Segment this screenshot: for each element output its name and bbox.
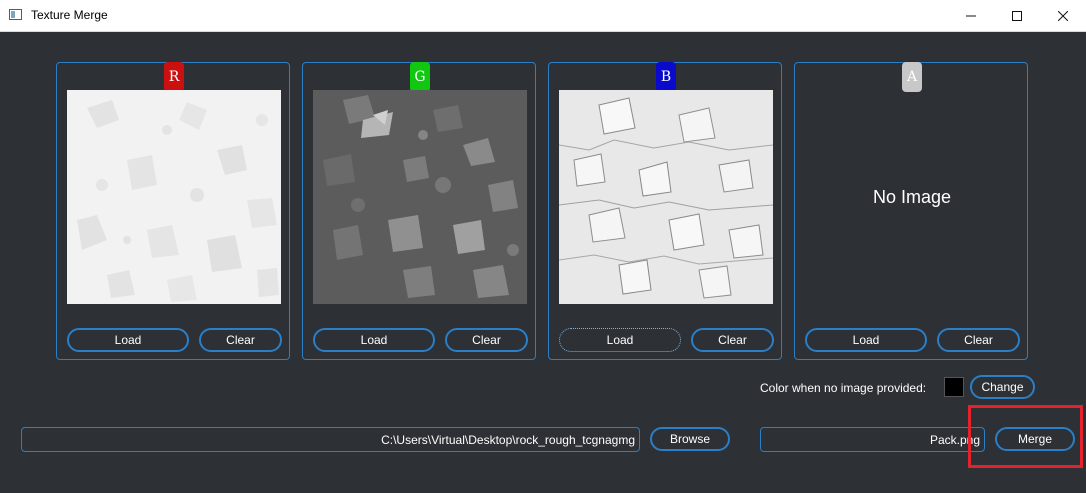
channel-panel-r: R Load Clear	[56, 62, 290, 360]
channel-image-b	[559, 90, 773, 304]
change-color-button[interactable]: Change	[970, 375, 1035, 399]
app-icon	[9, 9, 22, 20]
channel-badge-a: A	[902, 62, 922, 92]
close-icon	[1058, 10, 1068, 21]
clear-button-r[interactable]: Clear	[199, 328, 282, 352]
channel-badge-r: R	[164, 62, 184, 92]
channel-panel-g: G Load Clear	[302, 62, 536, 360]
clear-button-b[interactable]: Clear	[691, 328, 774, 352]
window-title: Texture Merge	[31, 8, 108, 22]
highlight-box	[968, 405, 1083, 468]
load-button-b[interactable]: Load	[559, 328, 681, 352]
channel-badge-g: G	[410, 62, 430, 92]
output-folder-field[interactable]: C:\Users\Virtual\Desktop\rock_rough_tcgn…	[21, 427, 640, 452]
maximize-button[interactable]	[994, 0, 1040, 31]
load-button-a[interactable]: Load	[805, 328, 927, 352]
browse-button[interactable]: Browse	[650, 427, 730, 451]
maximize-icon	[1012, 10, 1022, 21]
load-button-r[interactable]: Load	[67, 328, 189, 352]
channel-image-r	[67, 90, 281, 304]
close-button[interactable]	[1040, 0, 1086, 31]
channel-panel-b: B Load Clear	[548, 62, 782, 360]
channel-panel-a: A No Image Load Clear	[794, 62, 1028, 360]
minimize-icon	[966, 15, 976, 16]
clear-button-a[interactable]: Clear	[937, 328, 1020, 352]
no-image-placeholder: No Image	[872, 186, 952, 207]
title-bar: Texture Merge	[0, 0, 1086, 32]
minimize-button[interactable]	[948, 0, 994, 31]
load-button-g[interactable]: Load	[313, 328, 435, 352]
channel-image-g	[313, 90, 527, 304]
default-color-label: Color when no image provided:	[760, 381, 927, 395]
channel-badge-b: B	[656, 62, 676, 92]
output-filename-field[interactable]: Pack.png	[760, 427, 985, 452]
default-color-swatch[interactable]	[944, 377, 964, 397]
clear-button-g[interactable]: Clear	[445, 328, 528, 352]
